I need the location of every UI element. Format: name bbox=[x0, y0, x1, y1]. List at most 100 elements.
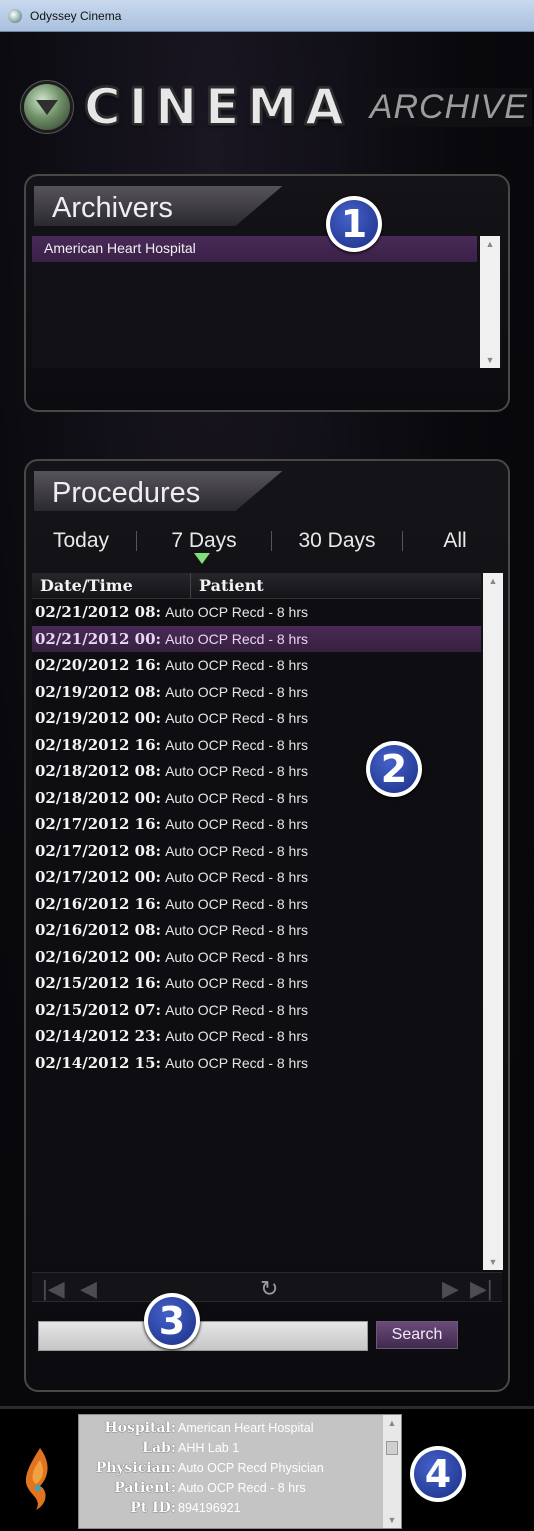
filter-30-days[interactable]: 30 Days bbox=[272, 529, 402, 553]
row-datetime: 02/21/2012 08: bbox=[35, 603, 162, 622]
archivers-scrollbar[interactable]: ▲ ▼ bbox=[480, 236, 500, 368]
row-datetime: 02/17/2012 08: bbox=[35, 841, 162, 860]
app-icon bbox=[8, 8, 22, 23]
row-datetime: 02/16/2012 16: bbox=[35, 894, 162, 913]
callout-3-badge: 3 bbox=[144, 1293, 200, 1349]
row-datetime: 02/21/2012 00: bbox=[35, 629, 162, 648]
scroll-down-icon[interactable]: ▼ bbox=[483, 1254, 503, 1270]
next-page-icon[interactable]: ▶ bbox=[442, 1276, 459, 1302]
search-input[interactable] bbox=[38, 1321, 368, 1351]
flame-logo-icon bbox=[25, 1448, 48, 1510]
archivers-list[interactable]: American Heart Hospital ▲ ▼ bbox=[32, 236, 502, 368]
row-patient: Auto OCP Recd - 8 hrs bbox=[165, 630, 309, 647]
row-patient: Auto OCP Recd - 8 hrs bbox=[165, 948, 309, 965]
row-patient: Auto OCP Recd - 8 hrs bbox=[165, 816, 309, 833]
detail-key: Physician: bbox=[95, 1460, 176, 1476]
table-row[interactable]: 02/19/2012 00: Auto OCP Recd - 8 hrs bbox=[32, 705, 481, 732]
window-titlebar: Odyssey Cinema bbox=[0, 0, 534, 32]
table-row[interactable]: 02/19/2012 08: Auto OCP Recd - 8 hrs bbox=[32, 679, 481, 706]
table-row[interactable]: 02/17/2012 00: Auto OCP Recd - 8 hrs bbox=[32, 864, 481, 891]
scroll-up-icon[interactable]: ▲ bbox=[483, 573, 503, 589]
table-row[interactable]: 02/21/2012 00: Auto OCP Recd - 8 hrs bbox=[32, 625, 481, 652]
row-patient: Auto OCP Recd - 8 hrs bbox=[165, 922, 309, 939]
row-patient: Auto OCP Recd - 8 hrs bbox=[165, 683, 309, 700]
filter-7-days[interactable]: 7 Days bbox=[137, 529, 271, 553]
detail-value: Auto OCP Recd Physician bbox=[178, 1461, 324, 1475]
details-list: Hospital: American Heart Hospital Lab: AHH … bbox=[79, 1415, 401, 1518]
table-row[interactable]: 02/14/2012 23: Auto OCP Recd - 8 hrs bbox=[32, 1023, 481, 1050]
archiver-item[interactable]: American Heart Hospital bbox=[32, 236, 477, 262]
active-filter-indicator-icon bbox=[194, 553, 210, 564]
detail-line: Hospital: American Heart Hospital bbox=[79, 1418, 401, 1438]
filter-all[interactable]: All bbox=[403, 529, 507, 553]
column-header-patient[interactable]: Patient bbox=[191, 573, 264, 598]
callout-2-badge: 2 bbox=[366, 741, 422, 797]
row-patient: Auto OCP Recd - 8 hrs bbox=[165, 763, 309, 780]
detail-line: Physician: Auto OCP Recd Physician bbox=[79, 1458, 401, 1478]
procedures-table: Date/Time Patient 02/21/2012 08: Auto OCP… bbox=[32, 573, 481, 1270]
detail-line: Pt ID: 894196921 bbox=[79, 1498, 401, 1518]
table-row[interactable]: 02/14/2012 15: Auto OCP Recd - 8 hrs bbox=[32, 1050, 481, 1077]
prev-page-icon[interactable]: ◀ bbox=[80, 1276, 97, 1302]
table-row[interactable]: 02/17/2012 16: Auto OCP Recd - 8 hrs bbox=[32, 811, 481, 838]
table-row[interactable]: 02/15/2012 16: Auto OCP Recd - 8 hrs bbox=[32, 970, 481, 997]
details-bar: Hospital: American Heart Hospital Lab: AHH … bbox=[0, 1406, 534, 1531]
detail-key: Pt ID: bbox=[130, 1500, 176, 1516]
filter-today[interactable]: Today bbox=[26, 529, 136, 553]
row-datetime: 02/18/2012 08: bbox=[35, 762, 162, 781]
scroll-thumb[interactable] bbox=[386, 1441, 398, 1455]
detail-value: American Heart Hospital bbox=[178, 1421, 314, 1435]
row-patient: Auto OCP Recd - 8 hrs bbox=[165, 842, 309, 859]
table-row[interactable]: 02/21/2012 08: Auto OCP Recd - 8 hrs bbox=[32, 599, 481, 626]
row-patient: Auto OCP Recd - 8 hrs bbox=[165, 975, 309, 992]
row-patient: Auto OCP Recd - 8 hrs bbox=[165, 710, 309, 727]
detail-key: Lab: bbox=[142, 1440, 176, 1456]
logo-cinema-text: CINEMA bbox=[83, 77, 352, 137]
refresh-icon[interactable]: ↻ bbox=[260, 1276, 278, 1302]
row-datetime: 02/16/2012 08: bbox=[35, 921, 162, 940]
last-page-icon[interactable]: ▶| bbox=[470, 1276, 493, 1302]
row-datetime: 02/18/2012 16: bbox=[35, 735, 162, 754]
procedures-scrollbar[interactable]: ▲ ▼ bbox=[483, 573, 503, 1270]
table-header: Date/Time Patient bbox=[32, 573, 481, 599]
search-button[interactable]: Search bbox=[376, 1321, 458, 1349]
window-title: Odyssey Cinema bbox=[30, 8, 122, 23]
detail-value: AHH Lab 1 bbox=[178, 1441, 240, 1455]
logo-orb-icon bbox=[24, 84, 70, 130]
scroll-down-icon[interactable]: ▼ bbox=[480, 352, 500, 368]
scroll-up-icon[interactable]: ▲ bbox=[480, 236, 500, 252]
details-scrollbar[interactable]: ▲ ▼ bbox=[383, 1415, 401, 1528]
row-datetime: 02/19/2012 00: bbox=[35, 709, 162, 728]
app-window: Odyssey Cinema CINEMA ARCHIVE Archivers … bbox=[0, 0, 534, 1531]
column-header-datetime[interactable]: Date/Time bbox=[32, 573, 191, 598]
first-page-icon[interactable]: |◀ bbox=[42, 1276, 65, 1302]
row-datetime: 02/20/2012 16: bbox=[35, 656, 162, 675]
row-patient: Auto OCP Recd - 8 hrs bbox=[165, 869, 309, 886]
row-datetime: 02/17/2012 16: bbox=[35, 815, 162, 834]
row-datetime: 02/14/2012 23: bbox=[35, 1027, 162, 1046]
table-row[interactable]: 02/16/2012 16: Auto OCP Recd - 8 hrs bbox=[32, 891, 481, 918]
pagination-bar: |◀ ◀ ↻ ▶ ▶| bbox=[32, 1272, 502, 1302]
table-row[interactable]: 02/17/2012 08: Auto OCP Recd - 8 hrs bbox=[32, 838, 481, 865]
row-patient: Auto OCP Recd - 8 hrs bbox=[165, 1054, 309, 1071]
table-row[interactable]: 02/20/2012 16: Auto OCP Recd - 8 hrs bbox=[32, 652, 481, 679]
row-patient: Auto OCP Recd - 8 hrs bbox=[165, 1028, 309, 1045]
date-filter-bar: Today 7 Days 30 Days All bbox=[26, 519, 508, 564]
row-patient: Auto OCP Recd - 8 hrs bbox=[165, 1001, 309, 1018]
row-datetime: 02/15/2012 16: bbox=[35, 974, 162, 993]
table-row[interactable]: 02/15/2012 07: Auto OCP Recd - 8 hrs bbox=[32, 997, 481, 1024]
table-row[interactable]: 02/16/2012 08: Auto OCP Recd - 8 hrs bbox=[32, 917, 481, 944]
row-datetime: 02/19/2012 08: bbox=[35, 682, 162, 701]
details-divider bbox=[0, 1406, 534, 1409]
logo-archive-text: ARCHIVE bbox=[365, 87, 532, 127]
callout-4-badge: 4 bbox=[410, 1446, 466, 1502]
app-logo: CINEMA ARCHIVE bbox=[24, 77, 532, 137]
archivers-panel: Archivers American Heart Hospital ▲ ▼ 1 bbox=[24, 174, 510, 412]
procedures-panel: Procedures Today 7 Days 30 Days All Date… bbox=[24, 459, 510, 1392]
detail-line: Patient: Auto OCP Recd - 8 hrs bbox=[79, 1478, 401, 1498]
detail-key: Hospital: bbox=[104, 1420, 176, 1436]
row-patient: Auto OCP Recd - 8 hrs bbox=[165, 895, 309, 912]
scroll-up-icon[interactable]: ▲ bbox=[383, 1415, 401, 1431]
scroll-down-icon[interactable]: ▼ bbox=[383, 1512, 401, 1528]
table-row[interactable]: 02/16/2012 00: Auto OCP Recd - 8 hrs bbox=[32, 944, 481, 971]
